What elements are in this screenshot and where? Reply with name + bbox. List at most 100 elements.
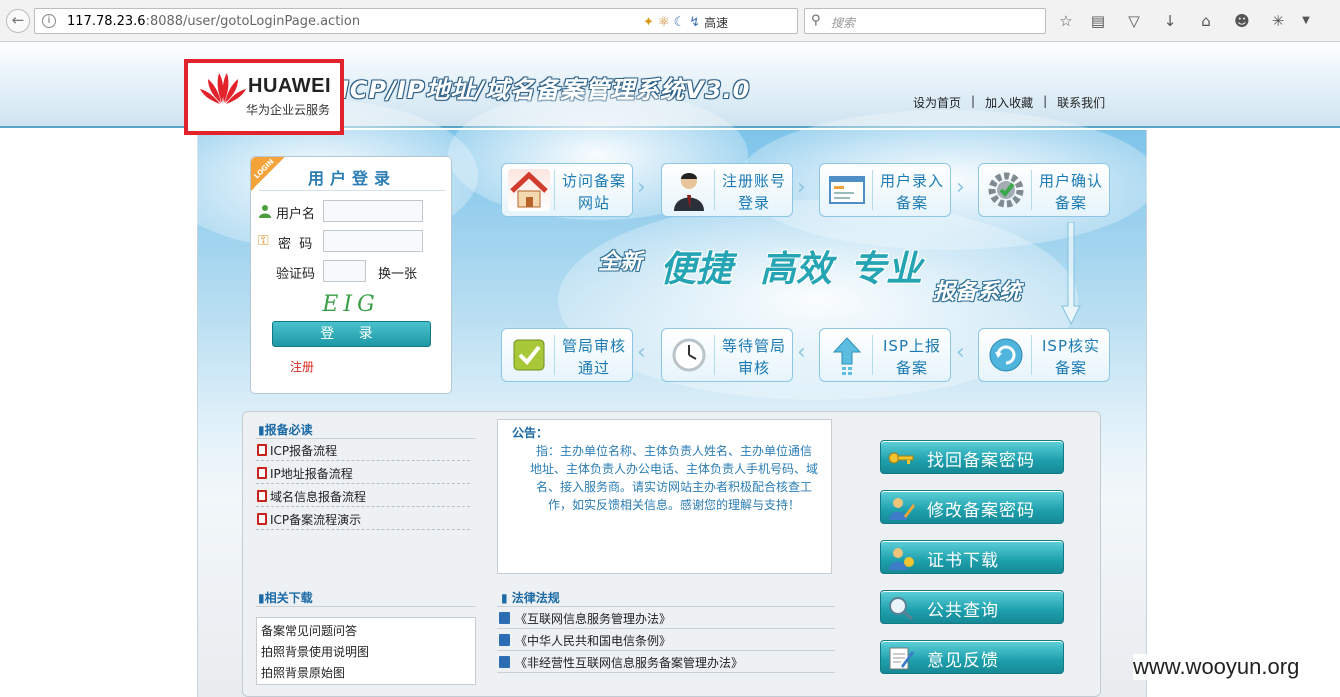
logo-wordmark: HUAWEI xyxy=(248,75,331,97)
house-icon xyxy=(508,169,550,211)
list-item[interactable]: 备案常见问题问答 xyxy=(261,622,357,639)
step-isp-verify: ISP核实 备案 xyxy=(978,328,1110,382)
laws-title: ▮ 法律法规 xyxy=(501,591,560,605)
list-item[interactable]: 《互联网信息服务管理办法》 xyxy=(499,610,671,627)
top-links: 设为首页 | 加入收藏 | 联系我们 xyxy=(913,94,1105,111)
password-label: 密 码 xyxy=(278,237,313,252)
chevron-right-icon: › xyxy=(956,175,965,200)
chevron-right-icon: › xyxy=(797,175,806,200)
username-label: 用户名 xyxy=(276,207,316,222)
step-label: 注册账号 xyxy=(721,172,786,190)
gear-icon xyxy=(985,169,1027,211)
list-item[interactable]: 《中华人民共和国电信条例》 xyxy=(499,632,671,649)
search-placeholder: 搜索 xyxy=(831,16,856,30)
captcha-refresh-link[interactable]: 换一张 xyxy=(378,263,417,282)
chevron-left-icon: ‹ xyxy=(956,340,965,365)
addon-moon-icon[interactable]: ☾ xyxy=(674,15,686,30)
slogan-efficient: 高效 xyxy=(760,249,833,290)
addon-pen-icon[interactable]: ⚛ xyxy=(658,15,670,30)
menu-chevron-down-icon[interactable]: ▼ xyxy=(1296,11,1316,31)
notepad-pen-icon xyxy=(889,647,914,670)
arrow-down-icon xyxy=(1061,222,1081,326)
notice-title: 公告： xyxy=(512,426,549,440)
captcha-input[interactable] xyxy=(323,260,366,282)
recover-password-button[interactable]: 找回备案密码 xyxy=(880,440,1064,474)
form-window-icon xyxy=(826,169,868,211)
captcha-label: 验证码 xyxy=(276,267,316,282)
watermark: www.wooyun.org xyxy=(1133,654,1300,680)
feedback-button[interactable]: 意见反馈 xyxy=(880,640,1064,674)
home-icon[interactable]: ⌂ xyxy=(1196,11,1216,31)
clock-icon xyxy=(668,334,710,376)
step-bureau-approved: 管局审核 通过 xyxy=(501,328,633,382)
chevron-left-icon: ‹ xyxy=(797,340,806,365)
list-item[interactable]: 《非经营性互联网信息服务备案管理办法》 xyxy=(499,654,743,671)
back-arrow-icon[interactable]: ← xyxy=(6,9,30,33)
add-favorite-link[interactable]: 加入收藏 xyxy=(985,94,1033,111)
addon-bird-icon[interactable]: ✦ xyxy=(643,15,654,30)
extension-icon[interactable]: ✳ xyxy=(1268,11,1288,31)
pdf-icon xyxy=(257,490,267,502)
public-query-button[interactable]: 公共查询 xyxy=(880,590,1064,624)
step-user-confirm: 用户确认 备案 xyxy=(978,163,1110,217)
notice-box: 公告： 指：主办单位名称、主体负责人姓名、主办单位通信 地址、主体负责人办公电话… xyxy=(497,419,832,574)
downloads-title: ▮相关下载 xyxy=(258,591,313,605)
password-input[interactable] xyxy=(323,230,423,252)
browser-toolbar: ← i 117.78.23.6:8088/user/gotoLoginPage.… xyxy=(0,0,1340,42)
step-label: 备案 xyxy=(895,194,928,212)
huawei-flower-icon xyxy=(200,73,246,104)
step-visit-site: 访问备案 网站 xyxy=(501,163,633,217)
reading-list-icon[interactable]: ▤ xyxy=(1088,11,1108,31)
download-icon[interactable]: ↓ xyxy=(1160,11,1180,31)
addon-speed-icon[interactable]: ↯ xyxy=(689,15,700,30)
username-input[interactable] xyxy=(323,200,423,222)
key-icon: ⚿ xyxy=(258,233,269,249)
info-icon[interactable]: i xyxy=(42,14,56,28)
chevron-right-icon: › xyxy=(637,175,646,200)
step-label: 备案 xyxy=(1054,194,1087,212)
upload-arrow-icon xyxy=(826,334,868,376)
contact-us-link[interactable]: 联系我们 xyxy=(1057,94,1105,111)
logo-subtitle: 华为企业云服务 xyxy=(246,103,331,117)
step-label: 管局审核 xyxy=(561,337,626,355)
chevron-left-icon: ‹ xyxy=(637,340,646,365)
certificate-download-button[interactable]: 证书下载 xyxy=(880,540,1064,574)
url-text[interactable]: 117.78.23.6:8088/user/gotoLoginPage.acti… xyxy=(67,14,360,29)
url-path: :8088/user/gotoLoginPage.action xyxy=(145,14,361,29)
step-label: 审核 xyxy=(737,359,770,377)
set-homepage-link[interactable]: 设为首页 xyxy=(913,94,961,111)
step-register: 注册账号 登录 xyxy=(661,163,793,217)
register-link[interactable]: 注册 xyxy=(290,358,314,375)
list-item[interactable]: 拍照背景原始图 xyxy=(261,664,345,681)
step-label: ISP上报 xyxy=(883,337,941,355)
bookmark-star-icon[interactable]: ☆ xyxy=(1056,11,1076,31)
list-item[interactable]: IP地址报备流程 xyxy=(257,465,353,482)
book-icon xyxy=(499,656,510,668)
step-user-input: 用户录入 备案 xyxy=(819,163,951,217)
pdf-icon xyxy=(257,467,267,479)
step-label: 等待管局 xyxy=(721,337,786,355)
pdf-icon xyxy=(257,444,267,456)
step-label: 通过 xyxy=(577,359,610,377)
address-bar[interactable]: i 117.78.23.6:8088/user/gotoLoginPage.ac… xyxy=(34,8,821,34)
speed-label[interactable]: 高速 xyxy=(704,14,728,31)
change-password-button[interactable]: 修改备案密码 xyxy=(880,490,1064,524)
chat-icon[interactable]: ☻ xyxy=(1232,11,1252,31)
login-button[interactable]: 登 录 xyxy=(272,321,431,347)
list-item[interactable]: 拍照背景使用说明图 xyxy=(261,643,369,660)
search-bar[interactable]: ⚲ 搜索 xyxy=(804,8,1046,34)
user-certificate-icon xyxy=(889,548,914,570)
step-label: 访问备案 xyxy=(561,172,626,190)
list-item[interactable]: ICP备案流程演示 xyxy=(257,511,361,528)
pocket-icon[interactable]: ▽ xyxy=(1124,11,1144,31)
list-item[interactable]: ICP报备流程 xyxy=(257,442,337,459)
step-label: 登录 xyxy=(737,194,770,212)
huawei-logo[interactable]: HUAWEI 华为企业云服务 xyxy=(184,59,344,135)
captcha-image[interactable]: EIG xyxy=(298,292,404,318)
list-item[interactable]: 域名信息报备流程 xyxy=(257,488,366,505)
addon-icons: ✦ ⚛ ☾ ↯ 高速 xyxy=(643,13,728,31)
pdf-icon xyxy=(257,513,267,525)
step-wait-bureau: 等待管局 审核 xyxy=(661,328,793,382)
checkmark-icon xyxy=(508,334,550,376)
url-host: 117.78.23.6 xyxy=(67,14,146,29)
